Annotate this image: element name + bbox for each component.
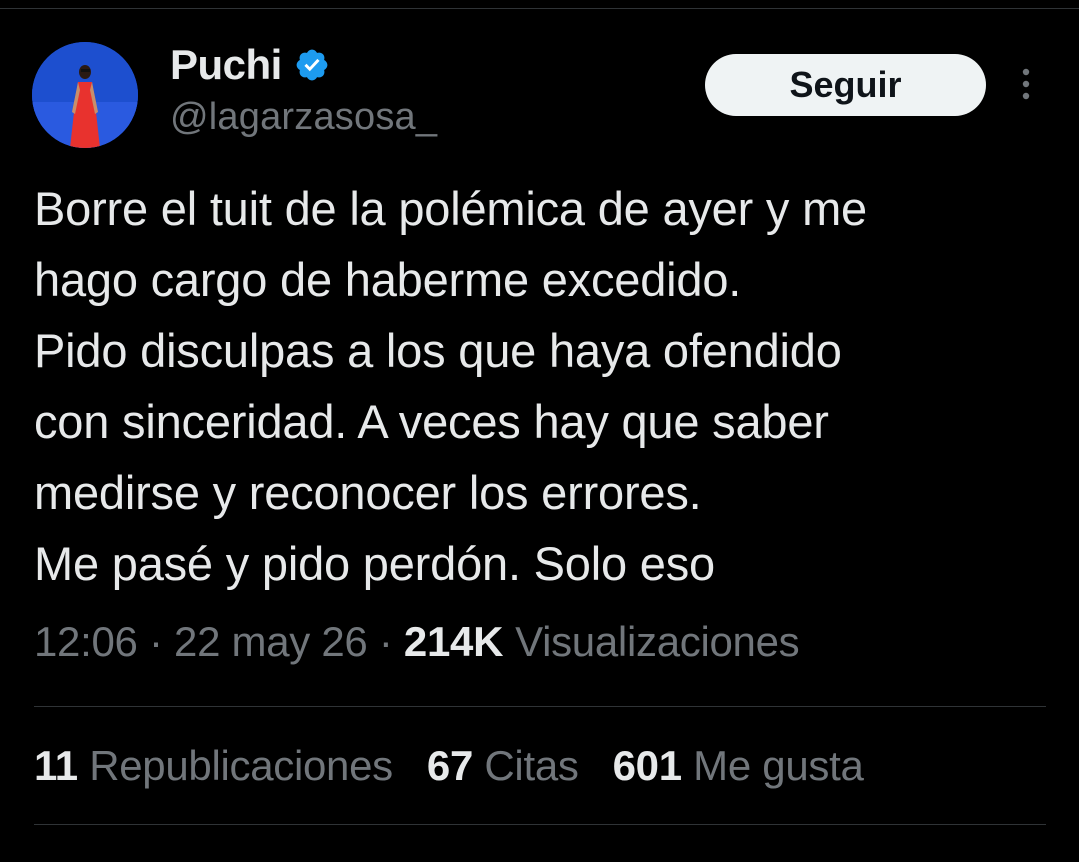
tweet-line: Pido disculpas a los que haya ofendido <box>34 324 842 377</box>
user-handle[interactable]: @lagarzasosa_ <box>170 96 437 139</box>
author-name-row: Puchi <box>170 38 330 92</box>
views-count: 214K <box>403 618 504 665</box>
quotes-count: 67 <box>426 742 474 789</box>
tweet-line: hago cargo de haberme excedido. <box>34 253 742 306</box>
tweet-date[interactable]: 22 may 26 <box>174 618 368 665</box>
more-options-icon[interactable] <box>1013 64 1039 108</box>
likes-label: Me gusta <box>693 742 864 789</box>
tweet-text: Borre el tuit de la polémica de ayer y m… <box>34 173 1054 599</box>
engagement-stats: 11 Republicaciones 67 Citas 601 Me gusta <box>34 742 898 790</box>
meta-separator: · <box>378 618 393 665</box>
quotes-label: Citas <box>484 742 579 789</box>
avatar-photo <box>32 42 138 148</box>
quotes-stat[interactable]: 67 Citas <box>427 742 579 790</box>
top-divider <box>0 8 1079 9</box>
tweet-line: con sinceridad. A veces hay que saber <box>34 395 829 448</box>
views-label: Visualizaciones <box>515 618 800 665</box>
tweet-meta: 12:06 · 22 may 26 · 214K Visualizaciones <box>34 618 800 666</box>
tweet-time[interactable]: 12:06 <box>34 618 138 665</box>
verified-badge-icon <box>296 49 328 81</box>
likes-count: 601 <box>612 742 682 789</box>
likes-stat[interactable]: 601 Me gusta <box>613 742 864 790</box>
reposts-count: 11 <box>34 742 78 789</box>
tweet-line: Borre el tuit de la polémica de ayer y m… <box>34 182 867 235</box>
follow-button[interactable]: Seguir <box>705 54 986 116</box>
stats-top-divider <box>34 706 1046 707</box>
display-name[interactable]: Puchi <box>170 41 282 89</box>
tweet-line: medirse y reconocer los errores. <box>34 466 702 519</box>
meta-separator: · <box>148 618 163 665</box>
tweet-line: Me pasé y pido perdón. Solo eso <box>34 537 715 590</box>
reposts-stat[interactable]: 11 Republicaciones <box>34 742 393 790</box>
avatar[interactable] <box>32 42 138 148</box>
stats-bottom-divider <box>34 824 1046 825</box>
reposts-label: Republicaciones <box>89 742 393 789</box>
